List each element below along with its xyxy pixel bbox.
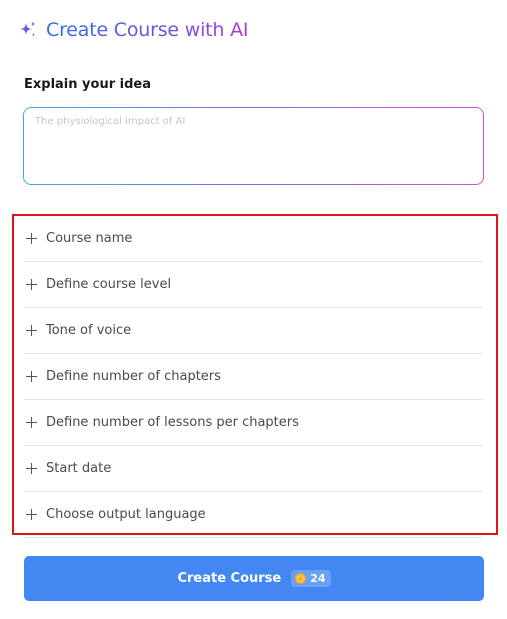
option-start-date[interactable]: Start date — [24, 446, 483, 492]
plus-icon — [26, 417, 37, 428]
option-course-level[interactable]: Define course level — [24, 262, 483, 308]
create-course-button[interactable]: Create Course 24 — [24, 556, 484, 601]
idea-textarea[interactable] — [24, 108, 483, 184]
option-label: Tone of voice — [46, 323, 132, 338]
option-output-language[interactable]: Choose output language — [24, 492, 483, 538]
sparkle-icon — [20, 21, 36, 37]
idea-field-frame — [23, 107, 484, 185]
option-number-of-chapters[interactable]: Define number of chapters — [24, 354, 483, 400]
option-label: Define course level — [46, 277, 172, 292]
idea-field-inner — [24, 108, 483, 184]
option-label: Choose output language — [46, 507, 206, 522]
plus-icon — [26, 233, 37, 244]
plus-icon — [26, 279, 37, 290]
plus-icon — [26, 325, 37, 336]
option-course-name[interactable]: Course name — [24, 216, 483, 262]
credit-badge: 24 — [291, 570, 331, 587]
coin-icon — [295, 573, 307, 584]
option-tone-of-voice[interactable]: Tone of voice — [24, 308, 483, 354]
course-options-list: Course name Define course level Tone of … — [24, 216, 483, 538]
option-label: Course name — [46, 231, 133, 246]
option-label: Define number of lessons per chapters — [46, 415, 299, 430]
page-header: Create Course with AI — [18, 15, 248, 45]
plus-icon — [26, 509, 37, 520]
credit-count: 24 — [310, 572, 326, 585]
option-lessons-per-chapter[interactable]: Define number of lessons per chapters — [24, 400, 483, 446]
plus-icon — [26, 463, 37, 474]
option-label: Define number of chapters — [46, 369, 221, 384]
page-title: Create Course with AI — [46, 19, 249, 41]
plus-icon — [26, 371, 37, 382]
idea-label: Explain your idea — [24, 77, 151, 92]
create-course-label: Create Course — [177, 571, 282, 586]
option-label: Start date — [46, 461, 112, 476]
